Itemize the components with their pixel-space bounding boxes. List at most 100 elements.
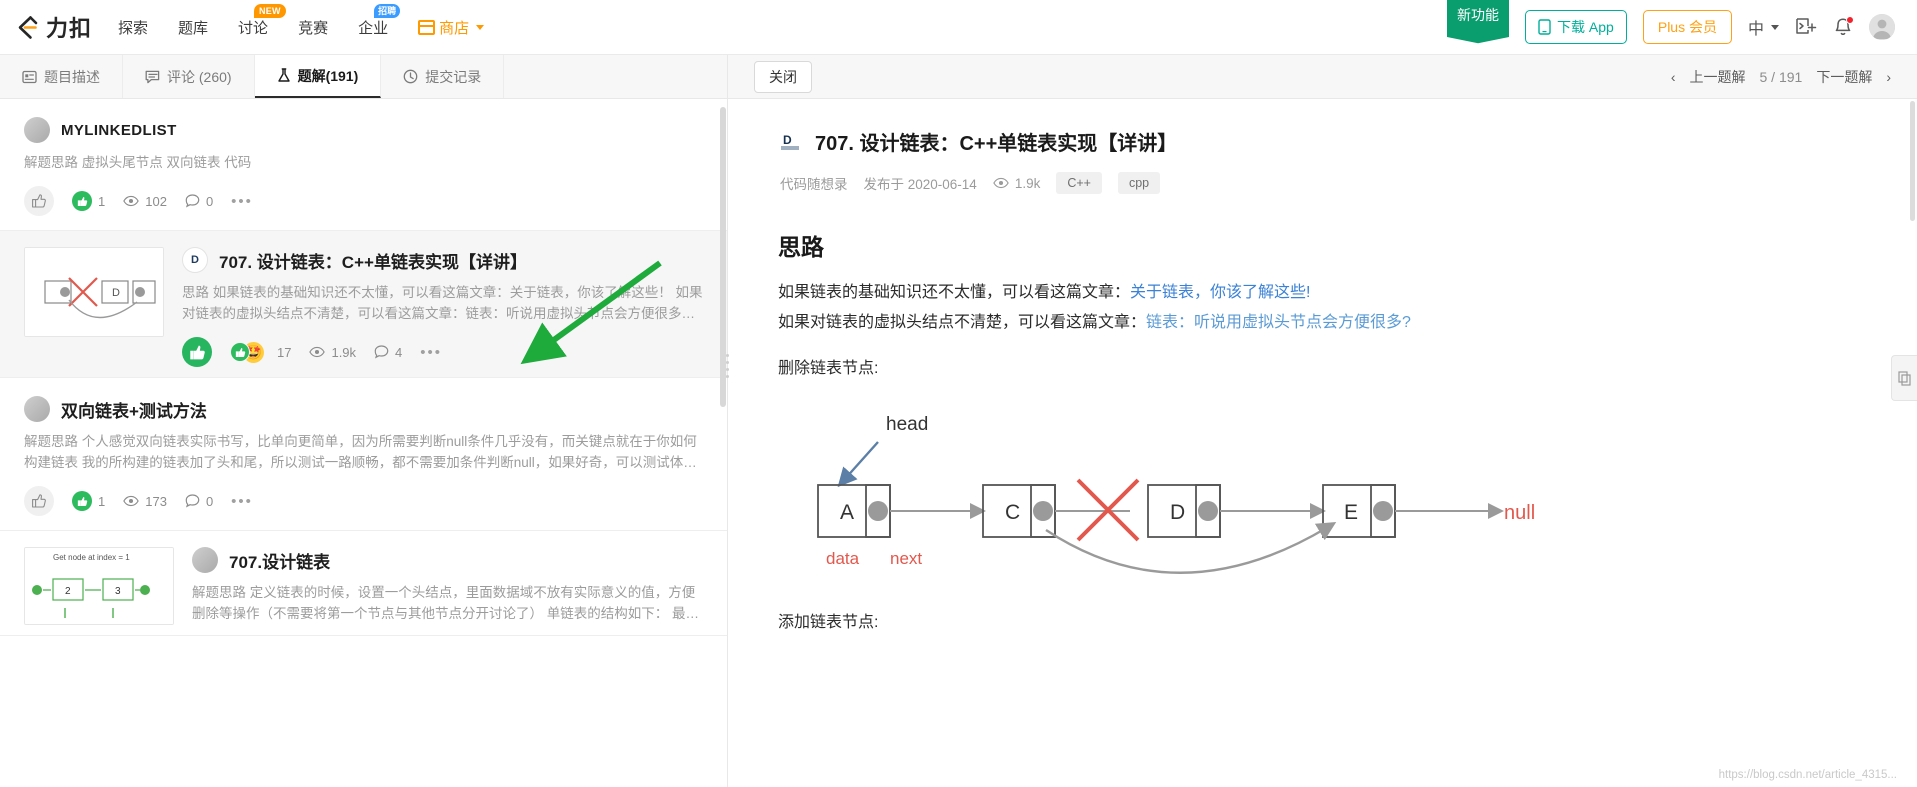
tab-description[interactable]: 题目描述 xyxy=(0,55,123,98)
next-solution-link[interactable]: 下一题解 xyxy=(1816,67,1872,87)
solution-title: 707. 设计链表：C++单链表实现【详讲】 xyxy=(219,252,527,272)
plus-member-button[interactable]: Plus 会员 xyxy=(1642,10,1732,44)
tab-comments[interactable]: 评论 (260) xyxy=(123,55,255,98)
language-selector[interactable]: 中 xyxy=(1748,15,1779,39)
next-chevron-icon[interactable]: › xyxy=(1886,69,1891,85)
like-button-active[interactable] xyxy=(182,337,212,367)
content-split: 题目描述 评论 (260) 题解(191) 提交记录 MYLINKEDLIST … xyxy=(0,55,1917,787)
view-count: 102 xyxy=(145,193,167,209)
tab-submissions[interactable]: 提交记录 xyxy=(381,55,505,98)
plus-member-label: Plus 会员 xyxy=(1657,19,1717,35)
side-panel-toggle[interactable] xyxy=(1891,355,1917,401)
selected-solution-body: D 707. 设计链表：C++单链表实现【详讲】 思路 如果链表的基础知识还不太… xyxy=(182,247,703,367)
nav-item-explore[interactable]: 探索 xyxy=(118,17,148,38)
list-item[interactable]: D D 707. 设计链表：C++单链表实现【详讲】 思路 如果链表的基础知识还… xyxy=(0,231,727,378)
list-item[interactable]: Get node at index = 1 2 3 707.设计链表 解题思路 … xyxy=(0,531,727,636)
solution-pager: ‹ 上一题解 5 / 191 下一题解 › xyxy=(1671,67,1891,87)
download-app-button[interactable]: 下载 App xyxy=(1525,10,1627,44)
article-author[interactable]: 代码随想录 xyxy=(780,173,848,193)
thumbs-up-icon xyxy=(32,494,46,508)
site-logo[interactable]: 力扣 xyxy=(14,11,92,43)
like-count-group: 1 xyxy=(72,191,105,211)
comment-count: 0 xyxy=(205,493,214,509)
hiring-badge: 招聘 xyxy=(374,3,401,18)
eye-icon xyxy=(123,495,140,507)
nav-item-shop[interactable]: 商店 xyxy=(418,17,485,38)
article-content: D 707. 设计链表：C++单链表实现【详讲】 代码随想录 发布于 2020-… xyxy=(728,99,1917,787)
more-options-icon[interactable]: ••• xyxy=(420,344,442,361)
comment-icon xyxy=(145,70,160,83)
view-count-group: 1.9k xyxy=(309,345,356,360)
solution-title-row: D 707. 设计链表：C++单链表实现【详讲】 xyxy=(182,247,703,273)
notification-button[interactable] xyxy=(1833,15,1854,38)
nav-item-problems[interactable]: 题库 xyxy=(178,17,208,38)
more-options-icon[interactable]: ••• xyxy=(231,193,253,210)
view-count-group: 173 xyxy=(123,494,167,509)
svg-text:D: D xyxy=(112,287,120,299)
chevron-down-icon xyxy=(1771,24,1779,30)
article-pane: 关闭 ‹ 上一题解 5 / 191 下一题解 › D 707. 设计链表：C++… xyxy=(728,55,1917,787)
list-item[interactable]: 双向链表+测试方法 解题思路 个人感觉双向链表实际书写，比单向更简单，因为所需要… xyxy=(0,378,727,531)
solution-author-row: 双向链表+测试方法 xyxy=(24,396,703,422)
svg-text:D: D xyxy=(783,133,792,147)
nav-item-label: 题库 xyxy=(178,19,209,37)
solution-excerpt: 解题思路 定义链表的时候，设置一个头结点，里面数据域不放有实际意义的值，方便删除… xyxy=(192,585,700,621)
thumbs-up-icon xyxy=(32,194,46,208)
comment-count-group: 0 xyxy=(185,494,213,509)
tab-solutions[interactable]: 题解(191) xyxy=(254,55,382,98)
user-avatar[interactable] xyxy=(1869,14,1895,40)
link-dummy-head-node[interactable]: 链表：听说用虚拟头节点会方便很多? xyxy=(1146,314,1411,331)
solution-author: MYLINKEDLIST xyxy=(61,121,177,139)
tab-label: 题目描述 xyxy=(44,68,100,85)
eye-icon xyxy=(309,346,326,358)
comment-count-group: 0 xyxy=(185,194,213,209)
link-about-linked-list[interactable]: 关于链表，你该了解这些! xyxy=(1130,284,1310,301)
download-app-label: 下载 App xyxy=(1557,19,1614,35)
nav-item-contest[interactable]: 竞赛 xyxy=(298,17,328,38)
avatar xyxy=(192,547,218,573)
article-toolbar: 关闭 ‹ 上一题解 5 / 191 下一题解 › xyxy=(728,55,1917,99)
pane-resize-handle[interactable] xyxy=(726,350,730,384)
article-title: 707. 设计链表：C++单链表实现【详讲】 xyxy=(815,133,1178,155)
right-scrollbar[interactable] xyxy=(1910,101,1915,221)
eye-icon xyxy=(993,177,1009,189)
like-button[interactable] xyxy=(24,486,54,516)
like-button[interactable] xyxy=(24,186,54,216)
close-button[interactable]: 关闭 xyxy=(754,60,812,93)
linked-list-figure: head A data next C D E null xyxy=(778,402,1877,592)
article-published: 发布于 2020-06-14 xyxy=(863,177,977,192)
paragraph-text: 如果链表的基础知识还不太懂，可以看这篇文章： xyxy=(778,284,1131,301)
nav-item-enterprise[interactable]: 企业 招聘 xyxy=(358,3,401,38)
tag-cpp[interactable]: cpp xyxy=(1117,172,1161,194)
article-view-group: 1.9k xyxy=(993,176,1040,191)
tab-label: 评论 (260) xyxy=(167,68,232,85)
chevron-down-icon xyxy=(476,24,485,30)
solution-title-row: 707.设计链表 xyxy=(192,547,703,573)
solutions-pane: 题目描述 评论 (260) 题解(191) 提交记录 MYLINKEDLIST … xyxy=(0,55,728,787)
like-count: 1 xyxy=(98,193,106,209)
figure-head-label: head xyxy=(886,414,928,435)
article-paragraph-1: 如果链表的基础知识还不太懂，可以看这篇文章：关于链表，你该了解这些! 如果对链表… xyxy=(778,278,1877,338)
new-feature-ribbon[interactable]: 新功能 xyxy=(1447,0,1510,37)
solution-list[interactable]: MYLINKEDLIST 解题思路 虚拟头尾节点 双向链表 代码 1 102 0… xyxy=(0,99,727,787)
thumbs-up-filled-icon xyxy=(230,342,250,362)
playground-button[interactable] xyxy=(1795,17,1817,37)
playground-icon xyxy=(1796,18,1817,34)
prev-solution-link[interactable]: 上一题解 xyxy=(1690,67,1746,87)
view-count-group: 102 xyxy=(123,194,167,209)
list-item[interactable]: MYLINKEDLIST 解题思路 虚拟头尾节点 双向链表 代码 1 102 0… xyxy=(0,99,727,231)
more-options-icon[interactable]: ••• xyxy=(231,493,253,510)
language-label: 中 xyxy=(1747,21,1764,38)
nav-item-label: 企业 xyxy=(358,19,389,37)
solution-thumbnail: D xyxy=(24,247,164,337)
solution-thumbnail: Get node at index = 1 2 3 xyxy=(24,547,174,625)
prev-chevron-icon[interactable]: ‹ xyxy=(1671,69,1676,85)
comment-bubble-icon xyxy=(185,194,200,208)
nav-item-discuss[interactable]: 讨论 NEW xyxy=(238,3,286,38)
solution-excerpt: 解题思路 个人感觉双向链表实际书写，比单向更简单，因为所需要判断null条件几乎… xyxy=(24,434,697,470)
tag-cpp-lang[interactable]: C++ xyxy=(1056,172,1102,194)
view-count: 1.9k xyxy=(331,344,357,360)
figure-null-label: null xyxy=(1504,502,1535,524)
like-count-group: 1 xyxy=(72,491,105,511)
avatar xyxy=(24,117,50,143)
